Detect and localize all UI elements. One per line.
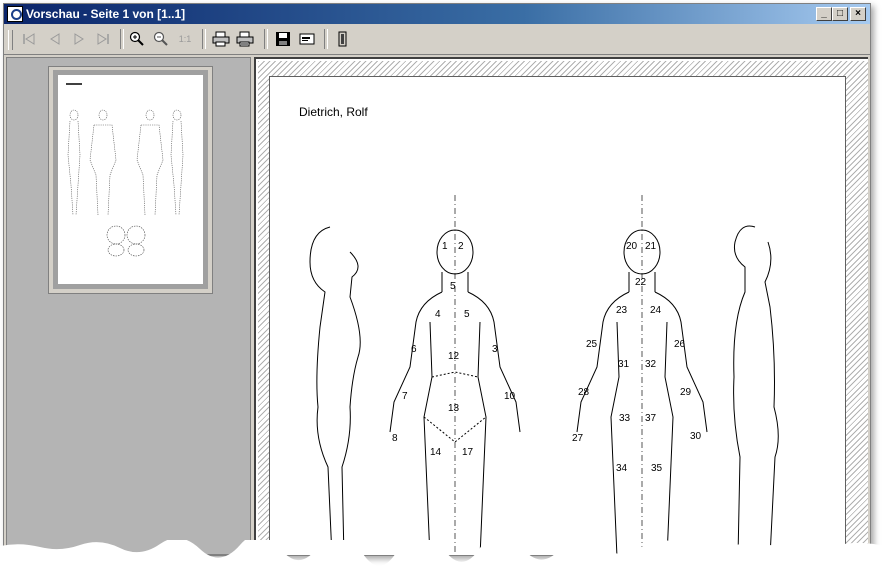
thumbnail-page (53, 70, 208, 289)
svg-text:29: 29 (680, 387, 692, 398)
print-setup-icon[interactable] (234, 28, 256, 50)
document-page: Dietrich, Rolf 1 2 5 4 5 6 12 3 7 10 13 … (269, 76, 846, 555)
svg-text:23: 23 (616, 305, 628, 316)
toolbar-separator (120, 29, 124, 49)
svg-text:34: 34 (616, 463, 628, 474)
last-page-icon[interactable] (92, 28, 114, 50)
toolbar-separator (264, 29, 268, 49)
svg-text:4: 4 (435, 309, 441, 320)
thumbnail-pane[interactable] (6, 57, 251, 555)
app-icon[interactable] (7, 6, 23, 22)
svg-text:30: 30 (690, 431, 702, 442)
svg-text:7: 7 (402, 391, 408, 402)
first-page-icon[interactable] (18, 28, 40, 50)
svg-text:13: 13 (448, 403, 460, 414)
svg-text:5: 5 (450, 281, 456, 292)
toolbar: 1:1 (4, 24, 870, 55)
svg-text:22: 22 (635, 277, 647, 288)
close-button[interactable]: × (850, 7, 866, 21)
svg-text:6: 6 (411, 344, 417, 355)
zoom-out-icon[interactable] (150, 28, 172, 50)
svg-text:25: 25 (586, 339, 598, 350)
svg-text:1: 1 (442, 241, 448, 252)
print-icon[interactable] (210, 28, 232, 50)
maximize-button[interactable]: □ (832, 7, 848, 21)
svg-text:27: 27 (572, 433, 584, 444)
svg-text:33: 33 (619, 413, 631, 424)
export-icon[interactable] (296, 28, 318, 50)
svg-text:26: 26 (674, 339, 686, 350)
svg-text:35: 35 (651, 463, 663, 474)
window-title: Vorschau - Seite 1 von [1..1] (26, 7, 186, 21)
svg-text:14: 14 (430, 447, 442, 458)
svg-text:21: 21 (645, 241, 657, 252)
svg-text:24: 24 (650, 305, 662, 316)
svg-text:2: 2 (458, 241, 464, 252)
svg-text:31: 31 (618, 359, 630, 370)
svg-text:5: 5 (464, 309, 470, 320)
zoom-1to1-icon[interactable]: 1:1 (174, 28, 196, 50)
toolbar-separator (202, 29, 206, 49)
svg-text:17: 17 (462, 447, 474, 458)
svg-text:32: 32 (645, 359, 657, 370)
torn-edge-effect (0, 540, 889, 569)
svg-text:20: 20 (626, 241, 638, 252)
prev-page-icon[interactable] (44, 28, 66, 50)
zoom-in-icon[interactable] (126, 28, 148, 50)
page-thumbnail[interactable] (48, 66, 213, 294)
page-view[interactable]: Dietrich, Rolf 1 2 5 4 5 6 12 3 7 10 13 … (254, 57, 868, 555)
thumbnail-body-chart (66, 83, 184, 257)
next-page-icon[interactable] (68, 28, 90, 50)
svg-text:8: 8 (392, 433, 398, 444)
svg-text:3: 3 (492, 344, 498, 355)
toolbar-separator (324, 29, 328, 49)
svg-text:10: 10 (504, 391, 516, 402)
svg-text:28: 28 (578, 387, 590, 398)
title-bar[interactable]: Vorschau - Seite 1 von [1..1] _ □ × (4, 4, 870, 24)
toolbar-grip[interactable] (8, 30, 13, 50)
svg-text:12: 12 (448, 351, 460, 362)
minimize-button[interactable]: _ (816, 7, 832, 21)
save-icon[interactable] (272, 28, 294, 50)
exit-icon[interactable] (332, 28, 354, 50)
svg-text:37: 37 (645, 413, 657, 424)
body-region-chart: 1 25 4 56 1237 10138 14 17 20 2122 23 2425 26… (309, 195, 779, 555)
preview-window: Vorschau - Seite 1 von [1..1] _ □ × 1:1 (3, 3, 871, 556)
